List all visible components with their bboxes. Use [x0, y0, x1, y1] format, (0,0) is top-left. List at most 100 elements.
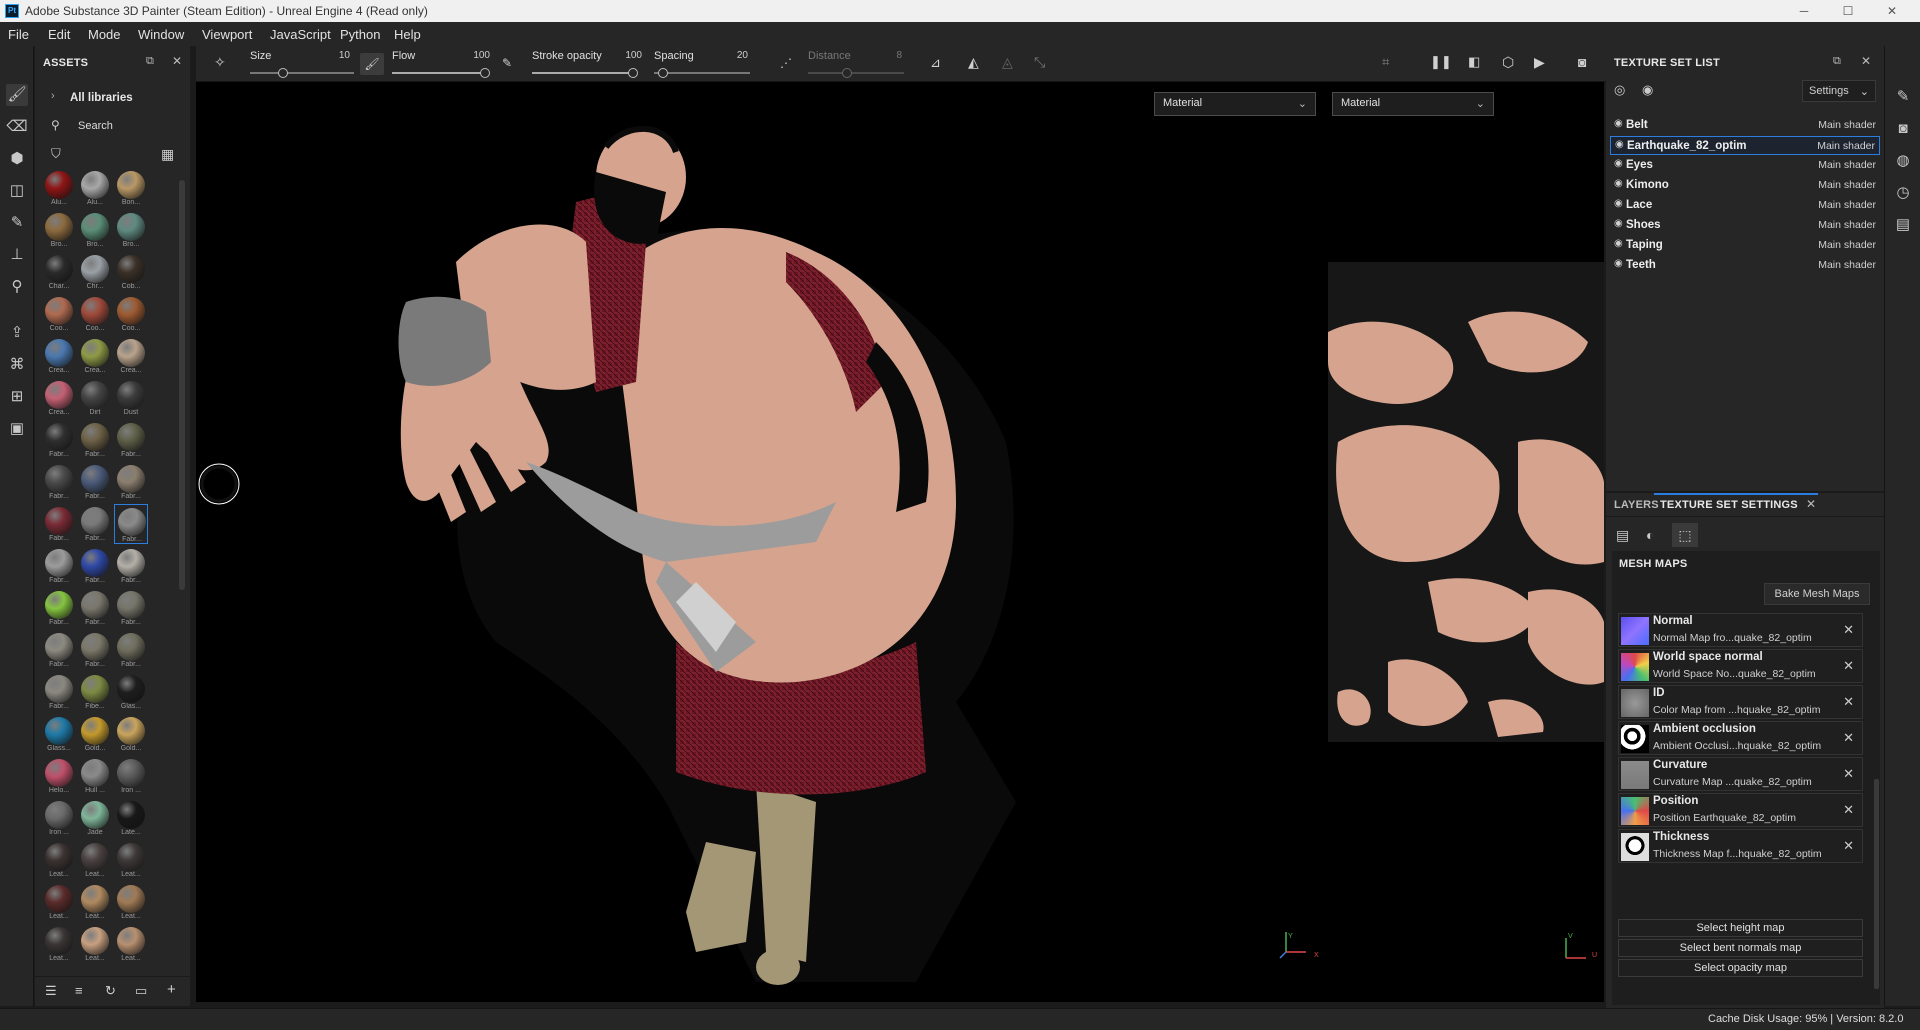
3d-view-icon[interactable]: ⬡ — [1502, 54, 1514, 71]
split-view-icon[interactable]: ◧ — [1468, 54, 1480, 70]
polygon-fill-icon[interactable]: ◫ — [6, 180, 28, 202]
texture-set-row[interactable]: ◉ Belt Main shader — [1610, 116, 1880, 135]
camera-icon[interactable]: ▶ — [1534, 54, 1545, 71]
distance-slider-knob[interactable] — [842, 68, 852, 78]
settings-dropdown[interactable]: Settings ⌄ — [1802, 80, 1876, 102]
filter-icon[interactable]: ⛉ — [51, 146, 61, 162]
shader-name[interactable]: Main shader — [1817, 140, 1875, 152]
flow-value[interactable]: 100 — [466, 50, 490, 61]
material-thumbnail[interactable]: Fabr... — [78, 546, 112, 586]
close-panel-icon[interactable]: ✕ — [1861, 54, 1871, 68]
texture-set-row[interactable]: ◉ Kimono Main shader — [1610, 176, 1880, 195]
bake-icon[interactable]: ⌘ — [6, 354, 28, 376]
material-thumbnail[interactable]: Fabr... — [78, 504, 112, 544]
remove-map-icon[interactable]: ✕ — [1843, 622, 1854, 638]
material-thumbnail[interactable]: Leat... — [78, 882, 112, 922]
shader-name[interactable]: Main shader — [1818, 259, 1876, 271]
mesh-map-slot[interactable]: World space normal World Space No...quake… — [1618, 649, 1863, 683]
material-thumbnail[interactable]: Fabr... — [42, 462, 76, 502]
material-thumbnail[interactable]: Bon... — [114, 168, 148, 208]
menu-help[interactable]: Help — [394, 27, 421, 42]
material-thumbnail[interactable]: Fabr... — [78, 462, 112, 502]
size-slider-knob[interactable] — [278, 68, 288, 78]
screenshot-camera-icon[interactable]: ◙ — [1578, 54, 1586, 70]
spacing-slider[interactable] — [654, 72, 750, 74]
mesh-map-slot[interactable]: Normal Normal Map fro...quake_82_optim ✕ — [1618, 613, 1863, 647]
menu-edit[interactable]: Edit — [48, 27, 70, 42]
select-opacity-map-button[interactable]: Select opacity map — [1618, 959, 1863, 977]
eye-icon[interactable]: ◉ — [1614, 158, 1623, 169]
symmetry-mode-icon[interactable]: ◬ — [1002, 54, 1013, 71]
texture-set-row[interactable]: ◉ Earthquake_82_optim Main shader — [1610, 136, 1880, 155]
all-libraries-item[interactable]: All libraries — [70, 92, 133, 104]
material-thumbnail[interactable]: Leat... — [114, 882, 148, 922]
eye-icon[interactable]: ◉ — [1614, 258, 1623, 269]
menu-javascript[interactable]: JavaScript — [270, 27, 331, 42]
stroke-opacity-value[interactable]: 100 — [618, 50, 642, 61]
material-thumbnail[interactable]: Leat... — [114, 840, 148, 880]
shader-name[interactable]: Main shader — [1818, 239, 1876, 251]
minimize-button[interactable]: ─ — [1784, 0, 1824, 22]
stroke-opacity-knob[interactable] — [628, 68, 638, 78]
menu-viewport[interactable]: Viewport — [202, 27, 252, 42]
mesh-map-slot[interactable]: ID Color Map from ...hquake_82_optim ✕ — [1618, 685, 1863, 719]
mesh-map-slot[interactable]: Curvature Curvature Map ...quake_82_optim… — [1618, 757, 1863, 791]
screenshot-icon[interactable]: ▣ — [6, 418, 28, 440]
select-bent-normals-button[interactable]: Select bent normals map — [1618, 939, 1863, 957]
material-thumbnail[interactable]: Cob... — [114, 252, 148, 292]
mesh-map-slot[interactable]: Ambient occlusion Ambient Occlusi...hquak… — [1618, 721, 1863, 755]
menu-python[interactable]: Python — [340, 27, 380, 42]
material-thumbnail[interactable]: Fabr... — [42, 504, 76, 544]
material-thumbnail[interactable]: Fabr... — [78, 630, 112, 670]
material-thumbnail[interactable]: Fabr... — [114, 462, 148, 502]
eye-icon[interactable]: ◉ — [1614, 178, 1623, 189]
remove-map-icon[interactable]: ✕ — [1843, 838, 1854, 854]
shader-name[interactable]: Main shader — [1818, 159, 1876, 171]
material-thumbnail[interactable]: Iron ... — [42, 798, 76, 838]
details-view-icon[interactable]: ≡ — [75, 983, 83, 998]
brush-settings-icon[interactable]: ✎ — [1892, 86, 1914, 108]
close-panel-icon[interactable]: ✕ — [172, 54, 182, 68]
material-thumbnail[interactable]: Char... — [42, 252, 76, 292]
material-thumbnail[interactable]: Bro... — [78, 210, 112, 250]
symmetry-icon[interactable]: ◭ — [968, 54, 979, 71]
shader-name[interactable]: Main shader — [1818, 179, 1876, 191]
undock-icon[interactable]: ⧉ — [146, 55, 154, 68]
material-mode-select-3d[interactable]: Material ⌄ — [1154, 92, 1316, 116]
texture-set-row[interactable]: ◉ Teeth Main shader — [1610, 256, 1880, 275]
export-icon[interactable]: ⇪ — [6, 322, 28, 344]
material-thumbnail[interactable]: Fabr... — [114, 546, 148, 586]
shader-name[interactable]: Main shader — [1818, 119, 1876, 131]
tab-layers[interactable]: LAYERS — [1614, 499, 1659, 511]
tss-scrollbar[interactable] — [1874, 779, 1879, 989]
material-thumbnail[interactable]: Chr... — [78, 252, 112, 292]
material-thumbnail[interactable]: Alu... — [42, 168, 76, 208]
material-thumbnail[interactable]: Fabr... — [42, 588, 76, 628]
undock-icon[interactable]: ⧉ — [1833, 55, 1841, 68]
baking-icon[interactable]: ▤ — [1616, 527, 1629, 544]
close-button[interactable]: ✕ — [1872, 0, 1912, 22]
paint-brush-icon[interactable]: 🖌 — [6, 84, 28, 106]
material-thumbnail[interactable]: Fabr... — [42, 420, 76, 460]
material-thumbnail[interactable]: Glas... — [114, 672, 148, 712]
eye-icon[interactable]: ◉ — [1614, 238, 1623, 249]
pause-icon[interactable]: ❚❚ — [1430, 54, 1452, 70]
distance-value[interactable]: 8 — [878, 50, 902, 61]
select-height-map-button[interactable]: Select height map — [1618, 919, 1863, 937]
material-thumbnail[interactable]: Fabr... — [114, 588, 148, 628]
lazy-mouse-icon[interactable]: ⋰ — [780, 56, 792, 70]
menu-mode[interactable]: Mode — [88, 27, 121, 42]
material-thumbnail[interactable]: Fabr... — [42, 546, 76, 586]
alignment-icon[interactable]: ⊿ — [930, 55, 941, 71]
material-thumbnail[interactable]: Leat... — [78, 840, 112, 880]
remove-map-icon[interactable]: ✕ — [1843, 802, 1854, 818]
projection-icon[interactable]: ⬢ — [6, 148, 28, 170]
distance-slider[interactable] — [808, 72, 904, 74]
material-thumbnail[interactable]: Coo... — [42, 294, 76, 334]
log-icon[interactable]: ▤ — [1892, 214, 1914, 236]
texture-set-row[interactable]: ◉ Eyes Main shader — [1610, 156, 1880, 175]
bake-mesh-maps-button[interactable]: Bake Mesh Maps — [1764, 583, 1870, 605]
camera-settings-icon[interactable]: ◙ — [1892, 118, 1914, 140]
material-thumbnail[interactable]: Bro... — [114, 210, 148, 250]
material-thumbnail[interactable]: Jade — [78, 798, 112, 838]
